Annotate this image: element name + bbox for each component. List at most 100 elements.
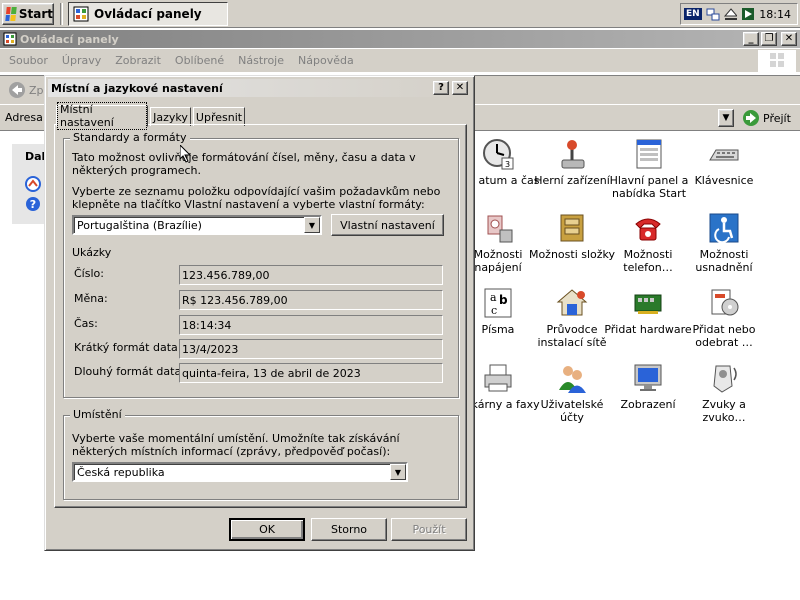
svg-text:b: b — [499, 293, 508, 307]
folder-icon — [556, 212, 588, 244]
windows-logo-icon — [5, 7, 17, 21]
help-button[interactable]: ? — [433, 81, 449, 95]
location-select[interactable]: Česká republika ▼ — [72, 462, 408, 482]
sample-value-number: 123.456.789,00 — [179, 265, 443, 285]
ok-button[interactable]: OK — [229, 518, 305, 541]
cp-item-label: Přidat nebo odebrat … — [692, 323, 756, 349]
regional-settings-dialog: Místní a jazykové nastavení ? ✕ Místní n… — [44, 75, 475, 551]
dialog-title: Místní a jazykové nastavení — [51, 81, 223, 95]
window-titlebar[interactable]: Ovládací panely _ ❐ ✕ — [0, 30, 800, 48]
menu-favorites[interactable]: Oblíbené — [170, 54, 229, 67]
close-window-button[interactable]: ✕ — [781, 32, 797, 46]
start-button[interactable]: Start — [2, 3, 54, 25]
dialog-titlebar[interactable]: Místní a jazykové nastavení ? ✕ — [48, 79, 471, 97]
location-title: Umístění — [70, 408, 125, 421]
svg-text:3: 3 — [505, 160, 510, 169]
taskbar-separator — [60, 3, 63, 25]
menu-tools[interactable]: Nástroje — [233, 54, 289, 67]
sample-label-number: Číslo: — [74, 267, 104, 280]
taskbar-button-label: Ovládací panely — [94, 7, 202, 21]
cp-item-label: Zvuky a zvuko… — [702, 398, 746, 424]
fonts-icon: abc — [482, 287, 514, 319]
tab-panel: Standardy a formáty Tato možnost ovlivňu… — [54, 124, 467, 508]
taskbar: Start Ovládací panely EN 18:14 — [0, 0, 800, 28]
apply-button[interactable]: Použít — [391, 518, 467, 541]
format-select[interactable]: Portugalština (Brazílie) ▼ — [72, 215, 322, 235]
go-button[interactable]: Přejít — [742, 108, 798, 128]
menubar: Soubor Úpravy Zobrazit Oblíbené Nástroje… — [0, 49, 800, 73]
mouse-cursor-icon — [180, 145, 192, 163]
minimize-button[interactable]: _ — [743, 32, 759, 46]
cp-item-accessibility[interactable]: Možnosti usnadnění — [679, 212, 769, 274]
tab-label: Jazyky — [153, 110, 188, 124]
sample-label-currency: Měna: — [74, 292, 108, 305]
chevron-down-icon[interactable]: ▼ — [390, 464, 406, 480]
standards-title: Standardy a formáty — [70, 131, 190, 144]
tab-label: Místní nastavení — [57, 102, 147, 130]
taskbar-icon — [633, 138, 665, 170]
language-indicator[interactable]: EN — [684, 8, 702, 20]
sample-value-currency: R$ 123.456.789,00 — [179, 290, 443, 310]
cp-item-label: Možnosti usnadnění — [695, 248, 753, 274]
users-icon — [556, 362, 588, 394]
sample-label-short-date: Krátký formát data: — [74, 341, 182, 354]
network-setup-icon — [556, 287, 588, 319]
tab-label: Upřesnit — [195, 110, 243, 124]
menu-view[interactable]: Zobrazit — [110, 54, 166, 67]
samples-title: Ukázky — [72, 246, 112, 259]
back-button[interactable]: Zp — [8, 81, 44, 99]
back-label: Zp — [29, 83, 44, 97]
cp-item-add-remove-programs[interactable]: Přidat nebo odebrat … — [679, 287, 769, 349]
keyboard-icon — [708, 138, 740, 170]
location-description: Vyberte vaše momentální umístění. Umožní… — [72, 432, 400, 458]
menu-file[interactable]: Soubor — [4, 54, 53, 67]
svg-text:?: ? — [30, 198, 36, 211]
menu-help[interactable]: Nápověda — [293, 54, 359, 67]
help-icon[interactable]: ? — [25, 196, 41, 212]
chevron-down-icon[interactable]: ▼ — [304, 217, 320, 233]
custom-settings-button[interactable]: Vlastní nastavení — [331, 214, 444, 236]
accessibility-icon — [708, 212, 740, 244]
start-label: Start — [18, 7, 53, 21]
display-icon — [632, 362, 664, 394]
clock[interactable]: 18:14 — [759, 8, 791, 21]
menu-edit[interactable]: Úpravy — [57, 54, 106, 67]
left-task-pane: Dal ? — [12, 144, 48, 224]
printer-icon — [482, 362, 514, 394]
svg-text:c: c — [491, 304, 497, 317]
clock-icon: 3 — [482, 138, 514, 170]
cp-item-sounds[interactable]: Zvuky a zvuko… — [679, 362, 769, 424]
restore-button[interactable]: ❐ — [761, 32, 777, 46]
add-remove-icon — [708, 287, 740, 319]
go-arrow-icon — [743, 110, 759, 126]
left-pane-title: Dal — [25, 150, 46, 163]
format-select-value: Portugalština (Brazílie) — [77, 218, 202, 232]
windows-flag-throbber — [758, 50, 796, 72]
taskbar-button-control-panel[interactable]: Ovládací panely — [68, 2, 228, 26]
address-label: Adresa — [5, 111, 43, 124]
svg-text:a: a — [490, 291, 497, 304]
standards-description: Tato možnost ovlivňuje formátování čísel… — [72, 151, 416, 177]
shield-icon[interactable] — [740, 6, 756, 22]
cancel-button[interactable]: Storno — [311, 518, 387, 541]
back-arrow-icon — [9, 82, 25, 98]
cp-item-keyboard[interactable]: Klávesnice — [679, 138, 769, 187]
go-label: Přejít — [763, 111, 791, 125]
windows-flag-icon — [770, 53, 784, 67]
sample-label-time: Čas: — [74, 317, 98, 330]
location-select-value: Česká republika — [77, 465, 165, 479]
dialog-close-button[interactable]: ✕ — [452, 81, 468, 95]
tab-regional-options[interactable]: Místní nastavení — [56, 102, 148, 130]
standards-instructions: Vyberte ze seznamu položku odpovídající … — [72, 185, 441, 211]
sound-icon — [708, 362, 740, 394]
switch-view-icon[interactable] — [25, 176, 41, 192]
sample-value-short-date: 13/4/2023 — [179, 339, 443, 359]
eject-icon[interactable] — [723, 7, 738, 21]
hardware-icon — [632, 287, 664, 319]
window-title: Ovládací panely — [20, 32, 119, 46]
address-dropdown-button[interactable]: ▼ — [718, 109, 734, 127]
sample-value-time: 18:14:34 — [179, 315, 443, 335]
cp-item-label: Klávesnice — [694, 174, 754, 187]
network-icon[interactable] — [705, 6, 721, 22]
sample-value-long-date: quinta-feira, 13 de abril de 2023 — [179, 363, 443, 383]
